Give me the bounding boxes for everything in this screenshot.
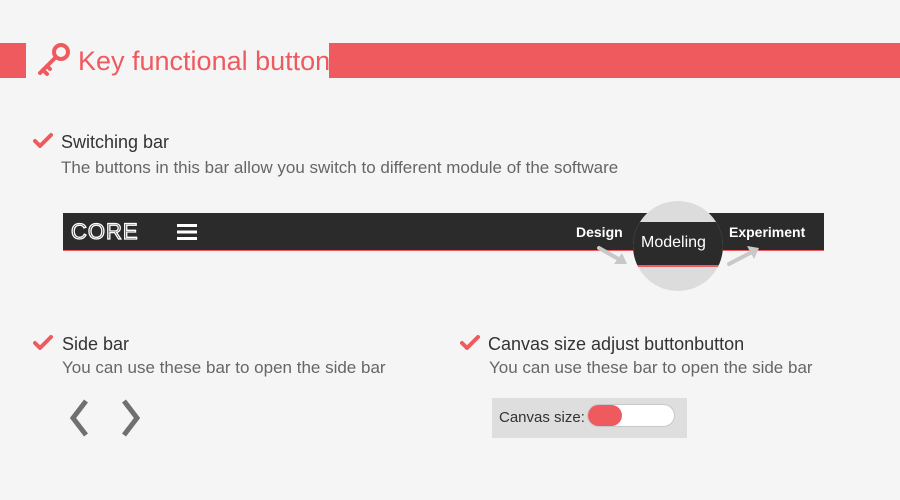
switching-bar-title: Switching bar: [61, 132, 170, 152]
check-icon: [33, 133, 53, 148]
toggle-knob[interactable]: [588, 405, 622, 426]
side-bar-title: Side bar: [62, 334, 130, 354]
check-icon: [33, 335, 53, 350]
check-icon: [460, 335, 480, 350]
arrow-right-down-icon: [597, 246, 627, 264]
chevron-left-icon[interactable]: [66, 398, 92, 438]
canvas-size-title: Canvas size adjust buttonbutton: [488, 334, 745, 354]
header-bar-left: [0, 43, 26, 78]
key-icon: [38, 43, 70, 76]
arrow-right-up-icon: [727, 246, 759, 266]
canvas-size-label: Canvas size:: [499, 409, 585, 426]
svg-text:CORE: CORE: [71, 219, 139, 244]
page-title: Key functional button: [78, 46, 331, 76]
header-bar-right: [329, 43, 900, 78]
menu-icon[interactable]: [177, 222, 197, 242]
canvas-size-desc: You can use these bar to open the side b…: [489, 358, 813, 377]
nav-design[interactable]: Design: [576, 224, 623, 240]
core-logo: CORE: [71, 218, 139, 244]
switching-bar-desc: The buttons in this bar allow you switch…: [61, 158, 619, 177]
nav-experiment[interactable]: Experiment: [729, 224, 805, 240]
chevron-right-icon[interactable]: [118, 398, 144, 438]
nav-modeling[interactable]: Modeling: [641, 234, 706, 252]
side-bar-desc: You can use these bar to open the side b…: [62, 358, 386, 377]
